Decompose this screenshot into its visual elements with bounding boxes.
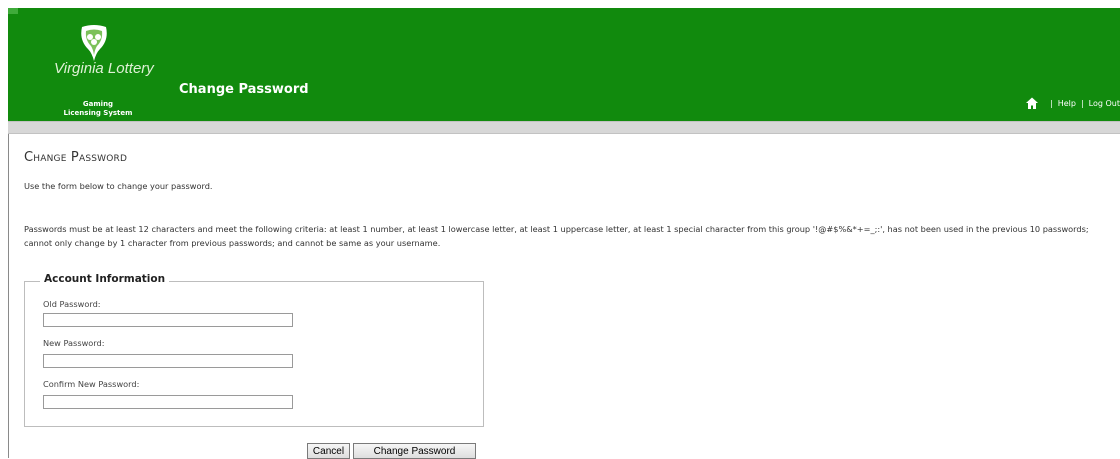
virginia-lottery-clover-icon	[81, 25, 107, 61]
page-title: Change Password	[24, 150, 128, 165]
fieldset-legend: Account Information	[40, 273, 170, 285]
new-password-field[interactable]	[43, 354, 293, 368]
confirm-password-field[interactable]	[43, 395, 293, 409]
logo-text: Virginia Lottery	[54, 60, 154, 77]
link-separator: |	[1050, 98, 1053, 108]
confirm-password-label: Confirm New Password:	[43, 379, 140, 389]
content-left-border	[8, 134, 9, 458]
help-link[interactable]: Help	[1058, 99, 1076, 108]
link-separator: |	[1080, 98, 1084, 108]
logout-link[interactable]: Log Out	[1089, 99, 1120, 108]
gray-divider-bar	[8, 121, 1120, 134]
system-name-line2: Licensing System	[63, 109, 133, 117]
system-name-line1: Gaming	[82, 100, 114, 108]
home-icon[interactable]	[1025, 96, 1039, 110]
change-password-button[interactable]: Change Password	[353, 443, 476, 459]
old-password-label: Old Password:	[43, 299, 101, 309]
cancel-button[interactable]: Cancel	[307, 443, 350, 459]
old-password-field[interactable]	[43, 313, 293, 327]
header-corner-accent	[8, 8, 18, 14]
header-title: Change Password	[179, 82, 309, 97]
top-links: | Help | Log Out	[1025, 96, 1120, 110]
header-banner: Virginia Lottery Gaming Licensing System…	[8, 8, 1120, 121]
password-rules-text: Passwords must be at least 12 characters…	[24, 224, 1089, 248]
new-password-label: New Password:	[43, 338, 105, 348]
intro-text: Use the form below to change your passwo…	[24, 181, 213, 191]
